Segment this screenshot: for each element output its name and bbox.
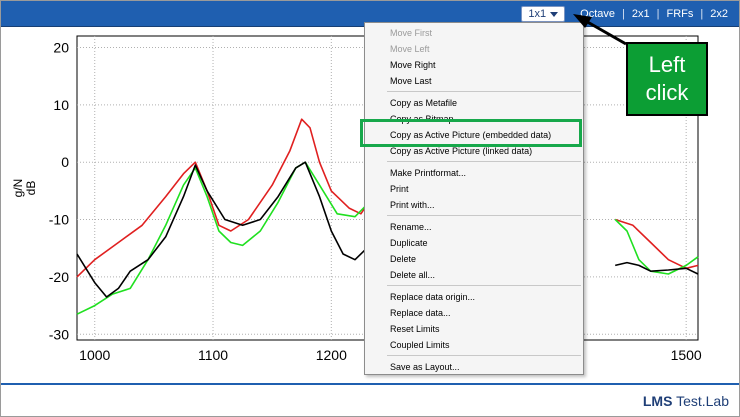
callout-line2: click [645,80,689,105]
callout-line1: Left [648,52,686,77]
arrow-head-icon [573,14,592,28]
arrow-shaft [583,18,627,46]
left-click-callout: Left click [626,42,708,116]
